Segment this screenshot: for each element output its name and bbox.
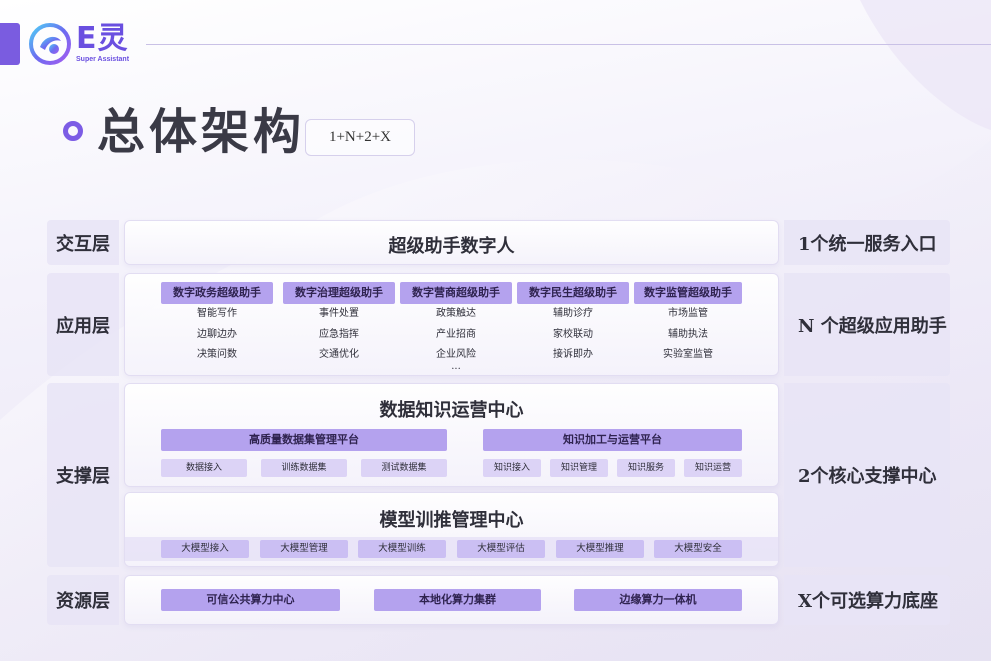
app-item: 辅助诊疗 [553,308,593,319]
dataset-chip[interactable]: 训练数据集 [261,459,347,477]
app-head[interactable]: 数字营商超级助手 [400,282,512,304]
model-chip[interactable]: 大模型安全 [654,540,742,558]
brand: E灵 Super Assistant [76,21,130,64]
model-chip[interactable]: 大模型接入 [161,540,249,558]
layer-label-interaction: 交互层 [47,220,119,265]
app-item: 接诉即办 [553,349,593,360]
app-item: 市场监管 [668,308,708,319]
app-head[interactable]: 数字民生超级助手 [517,282,629,304]
app-item: 决策问数 [197,349,237,360]
compute-chip[interactable]: 本地化算力集群 [374,589,541,611]
app-column: 数字营商超级助手 政策触达 产业招商 企业风险 ... [400,282,512,371]
app-item: 事件处置 [319,308,359,319]
app-item: 产业招商 [436,328,476,340]
logo-icon [29,23,71,65]
dataset-chip[interactable]: 测试数据集 [361,459,447,477]
title-bullet-icon [63,121,83,141]
page-title: 总体架构 [97,104,306,160]
knowledge-chip[interactable]: 知识运营 [684,459,742,477]
compute-chip[interactable]: 边缘算力一体机 [574,589,742,611]
layer-label-support: 支撑层 [47,383,119,567]
layer-label-application: 应用层 [47,273,119,376]
knowledge-chip[interactable]: 知识接入 [483,459,541,477]
digital-human-title: 超级助手数字人 [388,236,515,257]
app-item: 政策触达 [436,308,476,319]
app-item: 家校联动 [553,328,593,340]
app-column: 数字民生超级助手 辅助诊疗 家校联动 接诉即办 [517,282,629,366]
summary-application: N 个超级应用助手 [784,273,950,376]
dataset-platform-bar[interactable]: 高质量数据集管理平台 [161,429,447,451]
app-item: 辅助执法 [668,328,708,340]
compute-chip[interactable]: 可信公共算力中心 [161,589,340,611]
app-item: 智能写作 [197,308,237,319]
model-chip[interactable]: 大模型推理 [556,540,644,558]
app-column: 数字监管超级助手 市场监管 辅助执法 实验室监管 [634,282,742,366]
accent-bar [0,23,20,65]
app-item: 实验室监管 [663,349,713,360]
summary-interaction: 1个统一服务入口 [784,220,950,265]
header-divider [146,44,991,45]
interaction-panel: 超级助手数字人 [124,220,779,265]
app-item: 交通优化 [319,349,359,360]
app-head[interactable]: 数字治理超级助手 [283,282,395,304]
model-chip[interactable]: 大模型评估 [457,540,545,558]
summary-support: 2个核心支撑中心 [784,383,950,567]
formula-badge: 1+N+2+X [305,119,415,156]
knowledge-platform-bar[interactable]: 知识加工与运营平台 [483,429,742,451]
layer-label-resource: 资源层 [47,575,119,625]
app-head[interactable]: 数字政务超级助手 [161,282,273,304]
model-chip[interactable]: 大模型管理 [260,540,348,558]
summary-resource: X个可选算力底座 [784,575,950,625]
data-knowledge-center-title: 数据知识运营中心 [379,400,524,421]
app-column: 数字政务超级助手 智能写作 边聊边办 决策问数 [161,282,273,366]
brand-tagline: Super Assistant [76,56,130,63]
model-chip[interactable]: 大模型训练 [358,540,446,558]
app-more-ellipsis: ... [451,360,461,372]
brand-name: E灵 [76,21,129,56]
app-item: 边聊边办 [197,328,237,340]
model-center-title: 模型训推管理中心 [379,510,524,531]
knowledge-chip[interactable]: 知识服务 [617,459,675,477]
dataset-chip[interactable]: 数据接入 [161,459,247,477]
knowledge-chip[interactable]: 知识管理 [550,459,608,477]
app-item: 应急指挥 [319,328,359,340]
app-head[interactable]: 数字监管超级助手 [634,282,742,304]
app-column: 数字治理超级助手 事件处置 应急指挥 交通优化 [283,282,395,366]
